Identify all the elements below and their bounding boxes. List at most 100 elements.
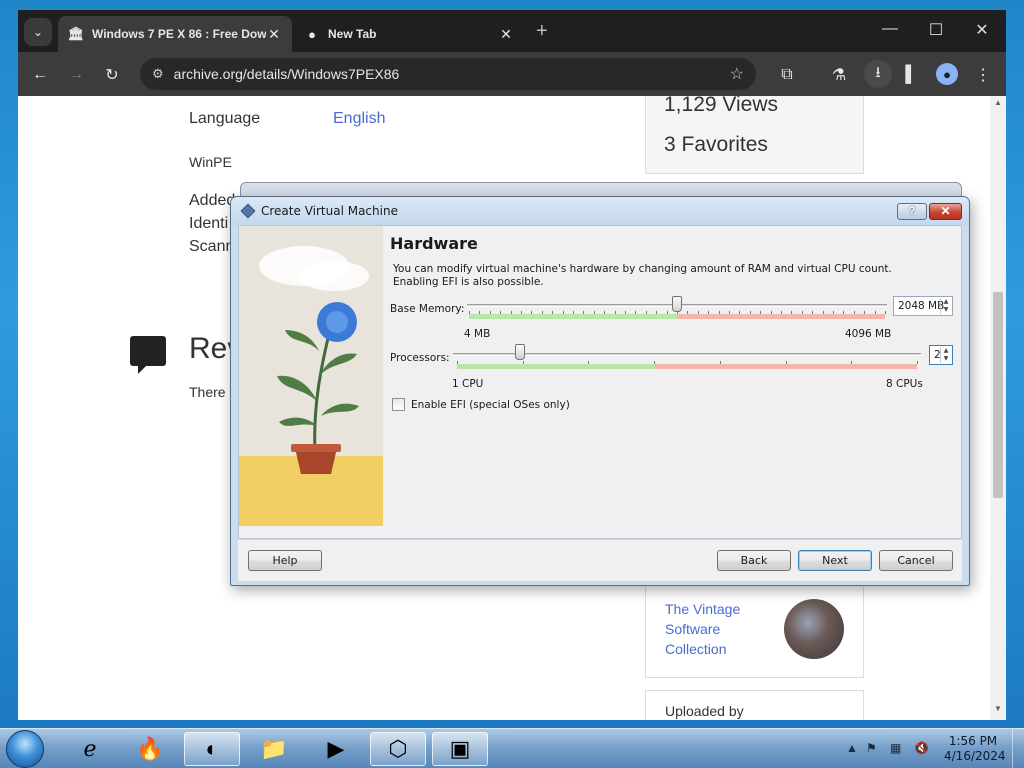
memory-max-label: 4096 MB [845, 328, 892, 340]
reload-icon[interactable]: ↻ [101, 64, 123, 86]
spin-arrows-icon[interactable]: ▲ ▼ [940, 298, 951, 314]
reviews-text: There [189, 384, 226, 400]
slider-tick [510, 311, 512, 314]
virtualbox-taskbar-icon[interactable]: ⬡ [370, 732, 426, 766]
scroll-down-arrow-icon[interactable]: ▼ [990, 704, 1006, 718]
new-tab-plus-icon[interactable]: + [536, 20, 548, 43]
dialog-titlebar[interactable]: Create Virtual Machine ? ✕ [231, 197, 969, 225]
slider-tick [749, 311, 751, 314]
slider-tick [760, 311, 762, 314]
slider-tick [656, 311, 658, 314]
forward-arrow-icon[interactable]: → [65, 64, 87, 86]
processors-scale-bar [457, 361, 918, 369]
tab-new-tab[interactable]: ● New Tab ✕ [294, 16, 524, 52]
base-memory-slider-handle[interactable] [672, 296, 682, 312]
slider-tick [552, 311, 554, 314]
back-button[interactable]: Back [717, 550, 791, 571]
menu-kebab-icon[interactable]: ⋮ [972, 64, 994, 86]
show-desktop-button[interactable] [1012, 729, 1024, 768]
tab-search-chevron-icon[interactable]: ⌄ [24, 18, 52, 46]
help-button[interactable]: Help [248, 550, 322, 571]
bookmark-star-icon[interactable]: ☆ [730, 64, 744, 84]
address-bar[interactable]: ⚙ archive.org/details/Windows7PEX86 ☆ [140, 58, 756, 90]
slider-tick [781, 311, 782, 314]
maximize-icon[interactable]: ☐ [926, 20, 946, 40]
processors-spinbox[interactable]: 2 ▲ ▼ [929, 345, 953, 365]
enable-efi-checkbox[interactable] [392, 398, 405, 411]
profile-avatar-icon[interactable]: ● [936, 63, 958, 85]
tab-title: Windows 7 PE X 86 : Free Dow [92, 27, 266, 41]
slider-tick [885, 311, 886, 314]
media-player-icon[interactable]: ▶ [308, 732, 364, 766]
minimize-icon[interactable]: — [880, 20, 900, 38]
scroll-up-arrow-icon[interactable]: ▲ [990, 98, 1006, 112]
extensions-icon[interactable]: ⧉ [776, 64, 798, 86]
taskbar: ℯ 🔥 ◐ 📁 ▶ ⬡ ▣ ▲ ⚑ ▦ 🔇 1:56 PM 4/16/2024 [0, 728, 1024, 768]
slider-tick [718, 311, 720, 314]
close-tab-icon[interactable]: ✕ [498, 26, 514, 43]
file-explorer-icon[interactable]: 📁 [246, 732, 302, 766]
labs-flask-icon[interactable]: ⚗ [828, 64, 850, 86]
slider-tick [843, 311, 845, 314]
spin-arrows-icon[interactable]: ▲ ▼ [940, 347, 951, 363]
slider-tick [573, 311, 574, 314]
back-arrow-icon[interactable]: ← [29, 64, 51, 86]
firefox-icon[interactable]: 🔥 [122, 732, 178, 766]
stats-box: 1,129 Views 3 Favorites [645, 96, 864, 174]
close-tab-icon[interactable]: ✕ [266, 26, 282, 43]
site-info-icon[interactable]: ⚙ [152, 66, 164, 82]
download-icon[interactable]: ⭳ [864, 60, 892, 88]
cancel-button[interactable]: Cancel [879, 550, 953, 571]
language-value-link[interactable]: English [333, 110, 385, 128]
slider-tick [522, 361, 524, 364]
url-text: archive.org/details/Windows7PEX86 [173, 66, 400, 82]
slider-tick [739, 311, 741, 314]
title-close-button[interactable]: ✕ [929, 203, 962, 220]
enable-efi-label[interactable]: Enable EFI (special OSes only) [411, 399, 570, 411]
processors-slider-handle[interactable] [514, 344, 525, 360]
slider-tick [708, 311, 710, 314]
slider-tick [457, 361, 458, 364]
page-scrollbar[interactable]: ▲ ▼ [990, 96, 1006, 720]
slider-tick [801, 311, 803, 314]
slider-tick [785, 361, 787, 364]
memory-min-label: 4 MB [464, 328, 491, 340]
scroll-thumb[interactable] [993, 292, 1003, 498]
chrome-icon: ● [308, 26, 316, 42]
archive-icon: 🏛 [67, 26, 85, 41]
base-memory-label: Base Memory: [390, 303, 465, 315]
action-center-flag-icon[interactable]: ⚑ [866, 741, 877, 755]
slider-tick [479, 311, 481, 314]
dialog-body: Hardware You can modify virtual machine'… [238, 225, 962, 539]
tab-strip: ⌄ 🏛 Windows 7 PE X 86 : Free Dow ✕ ● New… [18, 10, 1006, 52]
slider-tick [874, 311, 876, 314]
slider-tick [719, 361, 721, 364]
slider-tick [770, 311, 772, 314]
collection-link[interactable]: The Vintage Software Collection [665, 599, 775, 659]
next-button[interactable]: Next [798, 550, 872, 571]
browser-toolbar: ← → ↻ ⚙ archive.org/details/Windows7PEX8… [18, 52, 1006, 96]
slider-tick [521, 311, 522, 314]
windows-10-vm-icon[interactable]: ▣ [432, 732, 488, 766]
internet-explorer-icon[interactable]: ℯ [62, 732, 118, 766]
side-panel-icon[interactable]: ▌ [900, 64, 922, 86]
slider-tick [917, 361, 918, 364]
collection-thumbnail[interactable] [784, 599, 844, 659]
wizard-illustration [239, 226, 383, 526]
slider-tick [625, 311, 626, 314]
edge-icon[interactable]: ◐ [184, 732, 240, 766]
tray-expand-arrow-icon[interactable]: ▲ [846, 741, 858, 755]
flower-pot-icon [277, 302, 359, 474]
slider-tick [833, 311, 834, 314]
start-button-windows-icon[interactable] [6, 730, 44, 768]
slider-tick [635, 311, 637, 314]
base-memory-value: 2048 MB [898, 300, 945, 312]
title-help-button[interactable]: ? [897, 203, 927, 220]
network-icon[interactable]: ▦ [890, 741, 901, 755]
base-memory-spinbox[interactable]: 2048 MB ▲ ▼ [893, 296, 953, 316]
system-clock[interactable]: 1:56 PM 4/16/2024 [944, 734, 1006, 764]
slider-tick [791, 311, 793, 314]
volume-muted-icon[interactable]: 🔇 [914, 741, 929, 755]
tab-archive[interactable]: 🏛 Windows 7 PE X 86 : Free Dow ✕ [58, 16, 292, 52]
close-window-icon[interactable]: ✕ [972, 20, 992, 40]
